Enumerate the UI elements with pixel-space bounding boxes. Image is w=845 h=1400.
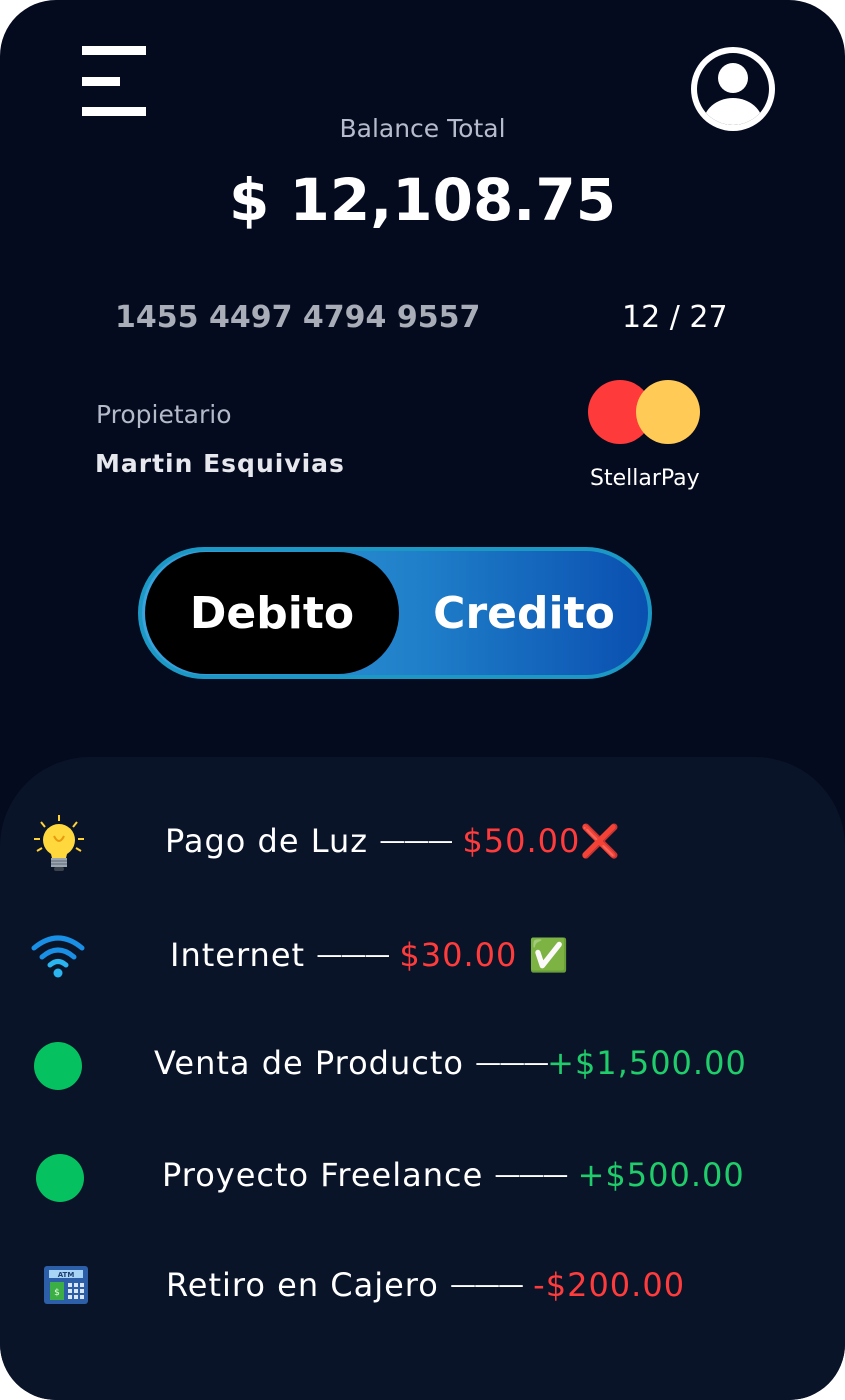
transaction-dash: ——— [379,826,453,856]
card-brand-name: StellarPay [590,466,700,491]
credito-toggle-button[interactable]: Credito [399,552,648,674]
card-brand-logo-icon [588,380,702,446]
balance-amount: $ 12,108.75 [228,166,617,234]
transaction-name: Venta de Producto [154,1044,464,1082]
failed-status-icon: ❌ [580,822,622,860]
transaction-name: Pago de Luz [165,822,369,860]
transaction-row[interactable]: Proyecto Freelance ——— +$500.00 [0,1148,845,1208]
transaction-dash: ——— [316,940,390,970]
transaction-name: Retiro en Cajero [166,1266,439,1304]
transaction-dash: ——— [494,1160,568,1190]
transaction-dash: ——— [475,1048,549,1078]
transaction-name: Proyecto Freelance [162,1156,484,1194]
wallet-screen: Balance Total $ 12,108.75 1455 4497 4794… [0,0,845,1400]
lightbulb-icon [32,814,92,874]
transaction-row[interactable]: Pago de Luz ——— $50.00❌ [0,814,845,874]
card-number: 1455 4497 4794 9557 [115,300,481,335]
transaction-row[interactable]: ATM $ Retiro en Cajero ——— -$200.00 [0,1258,845,1318]
transaction-dash: ——— [450,1270,524,1300]
transaction-amount: $30.00 [399,936,518,974]
owner-name: Martin Esquivias [95,449,345,478]
green-dot-icon [36,1154,84,1202]
svg-text:$: $ [54,1288,60,1298]
check-status-icon: ✅ [528,936,570,974]
card-expiry: 12 / 27 [622,300,728,335]
atm-icon: ATM $ [42,1258,102,1318]
transaction-amount: $50.00 [462,822,581,860]
debito-toggle-button[interactable]: Debito [145,552,399,674]
green-dot-icon [34,1042,82,1090]
transaction-row[interactable]: Internet ——— $30.00 ✅ [0,928,845,988]
svg-text:ATM: ATM [58,1271,75,1279]
transaction-amount: +$500.00 [577,1156,745,1194]
card-type-toggle: Debito Credito [138,547,652,679]
hamburger-menu-icon[interactable] [82,46,146,116]
owner-label: Propietario [96,400,232,429]
wifi-icon [30,928,90,988]
transaction-amount: +$1,500.00 [547,1044,747,1082]
transaction-name: Internet [170,936,306,974]
balance-label: Balance Total [339,114,506,143]
transaction-amount: -$200.00 [533,1266,686,1304]
transaction-row[interactable]: Venta de Producto ———+$1,500.00 [0,1036,845,1096]
